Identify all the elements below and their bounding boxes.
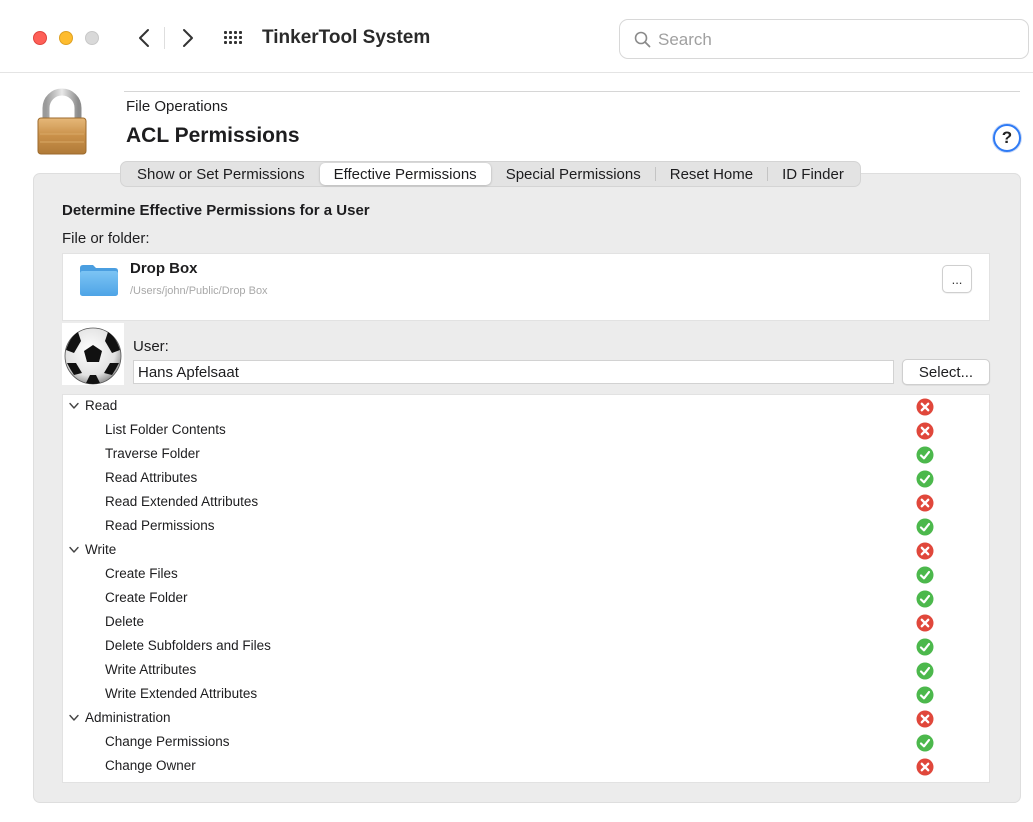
- granted-checkmark-icon: [916, 590, 934, 608]
- granted-checkmark-icon: [916, 734, 934, 752]
- permission-group-row[interactable]: Write: [63, 539, 989, 563]
- disclosure-chevron-icon[interactable]: [69, 714, 79, 722]
- granted-checkmark-icon: [916, 638, 934, 656]
- title-bar: TinkerTool System: [0, 0, 1033, 76]
- denied-x-icon: [916, 422, 934, 440]
- file-drop-target[interactable]: Drop Box /Users/john/Public/Drop Box ...: [62, 253, 990, 321]
- select-user-button[interactable]: Select...: [902, 359, 990, 385]
- permission-label: Read Permissions: [105, 518, 215, 533]
- permission-label: Write: [85, 542, 117, 557]
- section-heading: Determine Effective Permissions for a Us…: [62, 202, 370, 219]
- permission-row[interactable]: Traverse Folder: [63, 443, 989, 467]
- user-label: User:: [133, 338, 169, 355]
- file-path: /Users/john/Public/Drop Box: [130, 285, 268, 297]
- search-icon: [634, 31, 651, 48]
- page-category: File Operations: [126, 98, 228, 115]
- permission-label: Administration: [85, 710, 171, 725]
- back-button[interactable]: [131, 24, 157, 52]
- minimize-window-button[interactable]: [59, 31, 73, 45]
- granted-checkmark-icon: [916, 566, 934, 584]
- permission-label: Read: [85, 398, 118, 413]
- chevron-left-icon: [139, 29, 149, 47]
- tab-reset-home[interactable]: Reset Home: [656, 163, 767, 185]
- permission-row[interactable]: Write Attributes: [63, 659, 989, 683]
- file-or-folder-label: File or folder:: [62, 230, 150, 247]
- permissions-outline: Read List Folder Contents Traverse Folder R…: [62, 394, 990, 783]
- permission-row[interactable]: Create Files: [63, 563, 989, 587]
- permission-label: Delete: [105, 614, 145, 629]
- denied-x-icon: [916, 758, 934, 776]
- search-input[interactable]: [658, 28, 1008, 52]
- denied-x-icon: [916, 398, 934, 416]
- permission-label: Create Files: [105, 566, 178, 581]
- tab-show-or-set-permissions[interactable]: Show or Set Permissions: [123, 163, 319, 185]
- app-title: TinkerTool System: [262, 27, 431, 48]
- permission-label: Change Owner: [105, 758, 196, 773]
- search-field[interactable]: [619, 19, 1029, 59]
- user-name-field[interactable]: Hans Apfelsaat: [133, 360, 894, 384]
- tab-bar: Show or Set Permissions Effective Permis…: [120, 161, 861, 187]
- permission-row[interactable]: Read Extended Attributes: [63, 491, 989, 515]
- permission-group-row[interactable]: Administration: [63, 707, 989, 731]
- permission-row[interactable]: List Folder Contents: [63, 419, 989, 443]
- browse-file-button[interactable]: ...: [942, 265, 972, 293]
- page-title: ACL Permissions: [126, 124, 300, 147]
- granted-checkmark-icon: [916, 446, 934, 464]
- permission-label: Traverse Folder: [105, 446, 200, 461]
- user-avatar: [62, 323, 124, 385]
- folder-icon: [79, 263, 119, 297]
- permission-label: Change Permissions: [105, 734, 230, 749]
- permission-row[interactable]: Change Owner: [63, 755, 989, 779]
- denied-x-icon: [916, 494, 934, 512]
- permission-row[interactable]: Read Attributes: [63, 467, 989, 491]
- permission-row[interactable]: Delete Subfolders and Files: [63, 635, 989, 659]
- permission-label: Delete Subfolders and Files: [105, 638, 271, 653]
- tab-special-permissions[interactable]: Special Permissions: [492, 163, 655, 185]
- permission-row[interactable]: Change Permissions: [63, 731, 989, 755]
- disclosure-chevron-icon[interactable]: [69, 402, 79, 410]
- permission-row[interactable]: Read Permissions: [63, 515, 989, 539]
- granted-checkmark-icon: [916, 518, 934, 536]
- denied-x-icon: [916, 710, 934, 728]
- permission-group-row[interactable]: Read: [63, 395, 989, 419]
- granted-checkmark-icon: [916, 470, 934, 488]
- denied-x-icon: [916, 542, 934, 560]
- permission-label: Write Attributes: [105, 662, 197, 677]
- permission-row[interactable]: Delete: [63, 611, 989, 635]
- permission-label: Create Folder: [105, 590, 188, 605]
- granted-checkmark-icon: [916, 662, 934, 680]
- nav-divider: [164, 27, 165, 49]
- tab-id-finder[interactable]: ID Finder: [768, 163, 858, 185]
- lock-icon: [36, 88, 88, 156]
- permission-row[interactable]: Create Folder: [63, 587, 989, 611]
- title-bar-divider: [0, 72, 1033, 73]
- chevron-right-icon: [183, 29, 193, 47]
- permission-label: Read Extended Attributes: [105, 494, 259, 509]
- close-window-button[interactable]: [33, 31, 47, 45]
- permission-label: Read Attributes: [105, 470, 198, 485]
- forward-button[interactable]: [175, 24, 201, 52]
- disclosure-chevron-icon[interactable]: [69, 546, 79, 554]
- permission-label: List Folder Contents: [105, 422, 226, 437]
- permission-label: Write Extended Attributes: [105, 686, 258, 701]
- granted-checkmark-icon: [916, 686, 934, 704]
- tab-effective-permissions[interactable]: Effective Permissions: [319, 163, 491, 185]
- file-name: Drop Box: [130, 260, 198, 277]
- header-divider: [124, 91, 1020, 92]
- denied-x-icon: [916, 614, 934, 632]
- help-button[interactable]: ?: [993, 124, 1021, 152]
- show-all-grid-icon[interactable]: [222, 30, 242, 46]
- permission-row[interactable]: Write Extended Attributes: [63, 683, 989, 707]
- zoom-window-button[interactable]: [85, 31, 99, 45]
